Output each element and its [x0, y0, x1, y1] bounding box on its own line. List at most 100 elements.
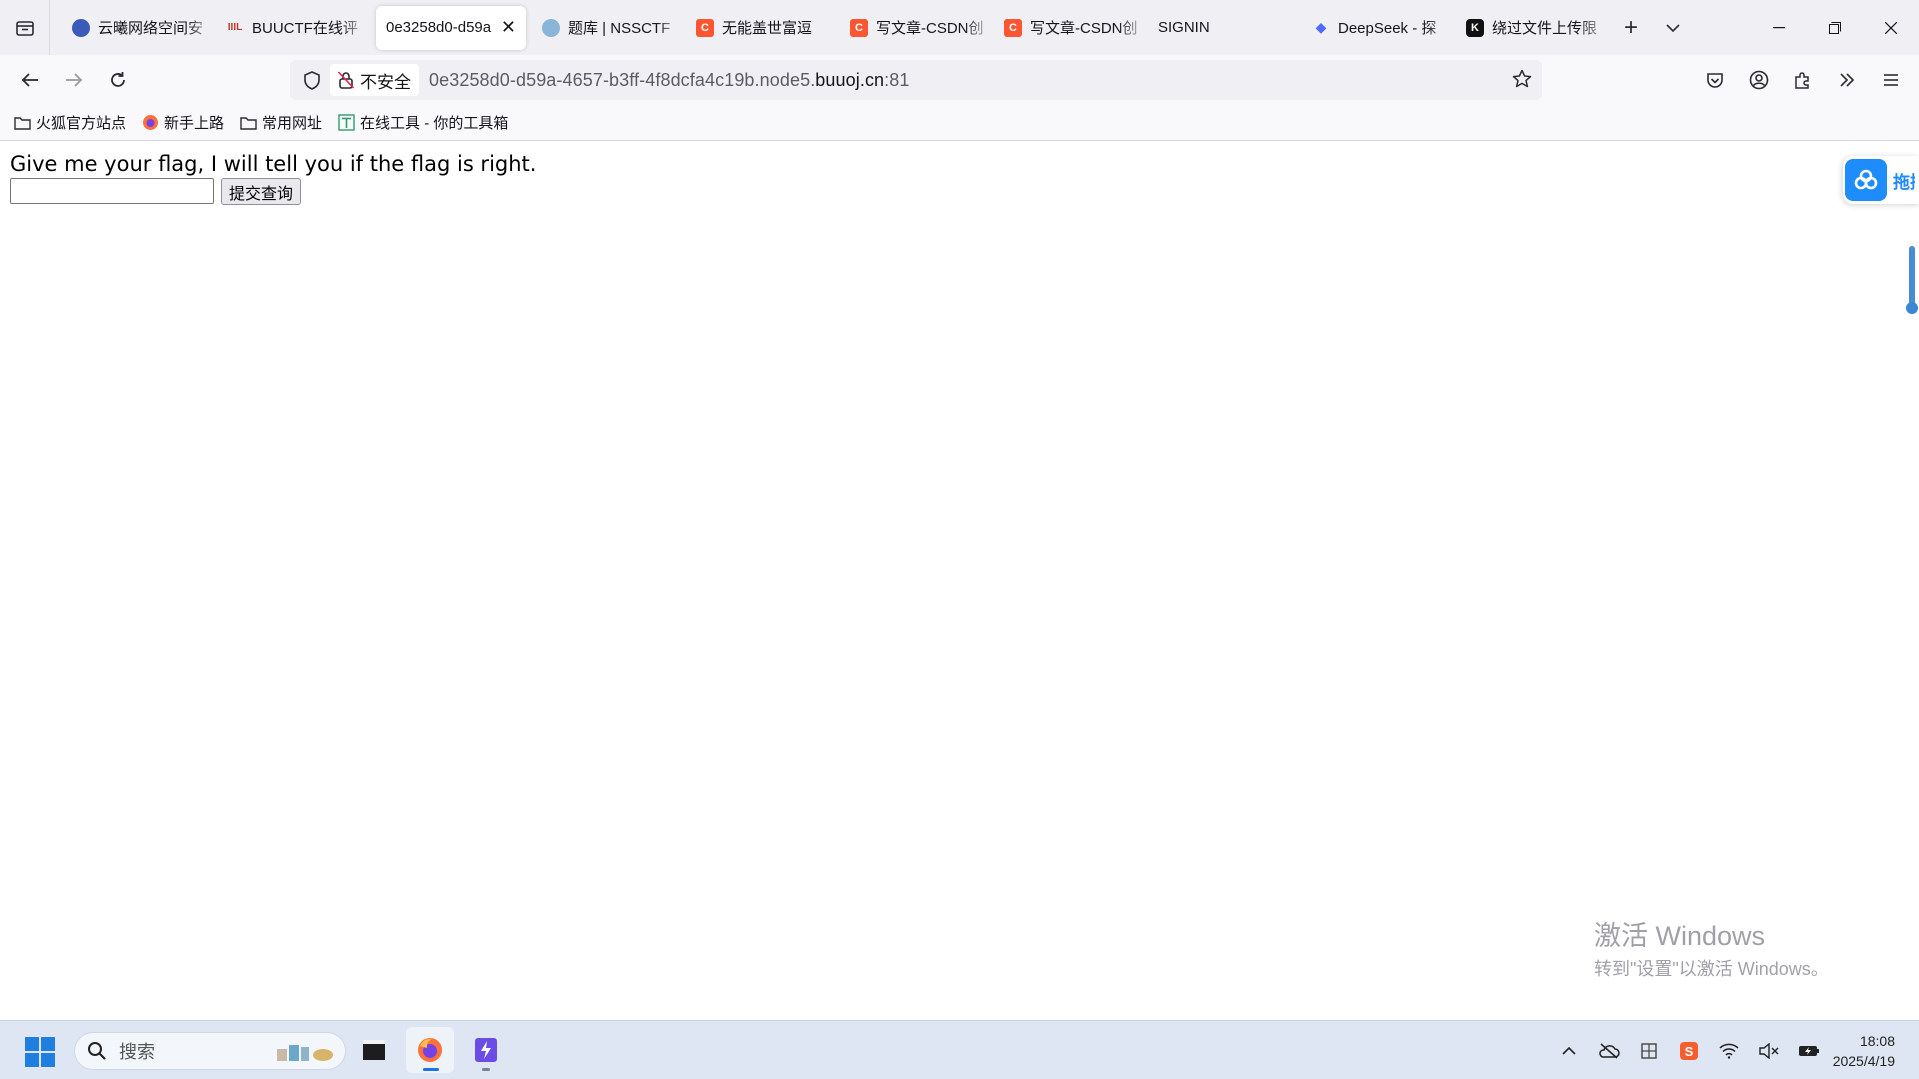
tab-yunxi[interactable]: 云曦网络空间安: [62, 5, 216, 50]
close-window-button[interactable]: [1863, 0, 1919, 55]
volume-mute-icon: [1759, 1042, 1779, 1059]
bookmark-star-button[interactable]: [1512, 69, 1532, 94]
side-scroll-knob[interactable]: [1906, 302, 1918, 314]
chevron-down-icon: [1666, 23, 1680, 32]
k-icon: K: [1466, 18, 1484, 37]
new-tab-button[interactable]: +: [1610, 6, 1652, 50]
tab-csdn-2[interactable]: C 写文章-CSDN创: [840, 5, 994, 50]
bookmark-online-tools[interactable]: 在线工具 - 你的工具箱: [338, 112, 508, 133]
lightning-app-icon: [475, 1038, 497, 1062]
taskbar-clock[interactable]: 18:08 2025/4/19: [1829, 1031, 1919, 1071]
bookmark-label: 火狐官方站点: [36, 115, 127, 132]
tab-deepseek[interactable]: ◆ DeepSeek - 探: [1302, 5, 1456, 50]
shield-icon: [304, 70, 320, 90]
reload-icon: [111, 72, 125, 87]
tab-buuctf[interactable]: IIIL BUUCTF在线评: [216, 5, 370, 50]
taskbar-app-purple[interactable]: [462, 1027, 510, 1073]
start-button[interactable]: [25, 1037, 55, 1067]
network-button[interactable]: [1709, 1043, 1749, 1059]
taskbar-file-explorer[interactable]: [350, 1027, 398, 1073]
svg-text:S: S: [1685, 1044, 1694, 1059]
reload-button[interactable]: [96, 60, 140, 100]
windows-logo-icon: [25, 1037, 39, 1051]
battery-button[interactable]: [1789, 1044, 1829, 1058]
extensions-button[interactable]: [1781, 60, 1825, 100]
tab-csdn-1[interactable]: C 无能盖世富逗: [686, 5, 840, 50]
url-bar[interactable]: 不安全 0e3258d0-d59a-4657-b3ff-4f8dcfa4c19b…: [290, 60, 1542, 100]
url-text[interactable]: 0e3258d0-d59a-4657-b3ff-4f8dcfa4c19b.nod…: [429, 70, 909, 91]
watermark-title: 激活 Windows: [1594, 921, 1766, 951]
arrow-right-icon: [66, 73, 83, 87]
cloud-off-icon: [1599, 1042, 1620, 1059]
widget-label: 拖拽: [1893, 172, 1915, 192]
tray-app-icon: [1641, 1042, 1657, 1059]
baidu-netdisk-widget[interactable]: 拖拽: [1843, 156, 1919, 204]
tab-nssctf[interactable]: 题库 | NSSCTF: [532, 5, 686, 50]
bookmark-firefox-official[interactable]: 火狐官方站点: [14, 112, 126, 133]
active-indicator: [423, 1068, 439, 1071]
tab-strip: 云曦网络空间安 IIIL BUUCTF在线评 0e3258d0-d59a ✕ 题…: [0, 0, 1919, 55]
show-hidden-icons-button[interactable]: [1549, 1046, 1589, 1055]
firefox-icon: [418, 1038, 442, 1062]
url-host: buuoj.cn: [815, 69, 885, 90]
window-app-icon: [363, 1040, 385, 1060]
star-icon: [1512, 69, 1532, 88]
close-tab-icon[interactable]: ✕: [501, 17, 516, 38]
wifi-icon: [1719, 1043, 1739, 1059]
search-icon: [88, 1042, 106, 1060]
taskbar-firefox[interactable]: [406, 1027, 454, 1073]
app-menu-button[interactable]: [1869, 60, 1913, 100]
tab-list-icon: [15, 20, 34, 36]
volume-button[interactable]: [1749, 1042, 1789, 1059]
bookmark-label: 新手上路: [164, 115, 225, 132]
folder-icon: [14, 116, 31, 130]
csdn-icon: C: [850, 18, 868, 37]
bookmark-common-sites[interactable]: 常用网址: [240, 112, 322, 133]
bookmarks-toolbar: 火狐官方站点 新手上路 常用网址 在线工具 - 你的工具箱: [0, 105, 1919, 141]
flag-input[interactable]: [10, 178, 214, 204]
account-button[interactable]: [1737, 60, 1781, 100]
account-icon: [1749, 70, 1769, 90]
watermark-subtitle: 转到"设置"以激活 Windows。: [1594, 959, 1829, 979]
clock-time: 18:08: [1859, 1032, 1895, 1049]
toolbar-actions: [1693, 55, 1913, 105]
chevron-up-icon: [1562, 1046, 1576, 1055]
running-indicator: [482, 1068, 490, 1071]
tab-csdn-3[interactable]: C 写文章-CSDN创: [994, 5, 1148, 50]
taskbar: 搜索 S 18:08 2025/4/19: [0, 1020, 1919, 1079]
bookmark-getting-started[interactable]: 新手上路: [142, 112, 224, 133]
tab-upload-bypass[interactable]: K 绕过文件上传限: [1456, 5, 1610, 50]
bookmark-label: 在线工具 - 你的工具箱: [360, 115, 509, 132]
submit-button[interactable]: 提交查询: [221, 178, 301, 205]
site-security-button[interactable]: 不安全: [330, 64, 419, 96]
onedrive-button[interactable]: [1589, 1042, 1629, 1059]
sogou-input-button[interactable]: S: [1669, 1041, 1709, 1061]
system-tray: S 18:08 2025/4/19: [1549, 1021, 1919, 1079]
tab-label: 0e3258d0-d59a: [386, 19, 492, 36]
tab-signin[interactable]: SIGNIN: [1148, 6, 1302, 50]
taskbar-search[interactable]: 搜索: [74, 1032, 346, 1070]
security-label: 不安全: [360, 72, 411, 92]
insecure-lock-icon: [338, 71, 354, 89]
navigation-toolbar: 不安全 0e3258d0-d59a-4657-b3ff-4f8dcfa4c19b…: [0, 55, 1919, 105]
search-label: 搜索: [119, 1042, 155, 1062]
battery-charging-icon: [1799, 1045, 1819, 1056]
list-all-tabs-button[interactable]: [1652, 6, 1694, 50]
bookmark-label: 常用网址: [262, 115, 323, 132]
clock-date: 2025/4/19: [1832, 1052, 1895, 1069]
tracking-protection-button[interactable]: [294, 70, 330, 90]
firefox-icon: [142, 114, 159, 131]
tab-current[interactable]: 0e3258d0-d59a ✕: [376, 5, 526, 50]
restore-button[interactable]: [1807, 0, 1863, 55]
firefox-view-button[interactable]: [0, 0, 50, 55]
puzzle-icon: [1795, 72, 1809, 89]
back-button[interactable]: [8, 60, 52, 100]
minimize-button[interactable]: [1751, 0, 1807, 55]
tool-icon: [338, 114, 355, 131]
tray-app-button[interactable]: [1629, 1041, 1669, 1061]
plus-icon: +: [1623, 13, 1638, 41]
more-tools-button[interactable]: [1825, 60, 1869, 100]
arrow-left-icon: [21, 73, 38, 87]
forward-button[interactable]: [52, 60, 96, 100]
pocket-button[interactable]: [1693, 60, 1737, 100]
